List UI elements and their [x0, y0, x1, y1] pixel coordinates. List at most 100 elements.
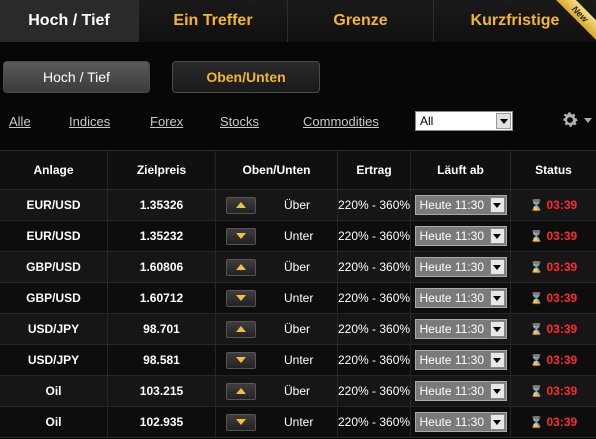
payout-cell: 220% - 360%: [338, 407, 411, 437]
settings-caret-icon[interactable]: [584, 118, 592, 123]
put-button[interactable]: [226, 413, 256, 431]
expiry-select-value: Heute 11:30: [419, 260, 485, 274]
expiry-cell: Heute 11:30: [411, 283, 511, 313]
chevron-down-icon: [489, 414, 505, 430]
call-button[interactable]: [226, 196, 256, 214]
target-price-cell: 98.701: [108, 314, 216, 344]
direction-cell: Unter: [216, 407, 338, 437]
expiry-cell: Heute 11:30: [411, 314, 511, 344]
filter-alle-link[interactable]: Alle: [9, 114, 31, 129]
hourglass-icon: ⌛: [529, 385, 544, 398]
table-row: EUR/USD 1.35232 Unter 220% - 360% Heute 11:3…: [0, 221, 596, 252]
target-price-cell: 1.35326: [108, 190, 216, 220]
call-button[interactable]: [226, 320, 256, 338]
direction-label: Über: [284, 198, 311, 212]
status-cell: ⌛ 03:39: [511, 221, 596, 251]
arrow-down-icon: [236, 233, 246, 239]
expiry-select[interactable]: Heute 11:30: [414, 195, 507, 215]
expiry-select[interactable]: Heute 11:30: [414, 226, 507, 246]
arrow-down-icon: [236, 419, 246, 425]
payout-cell: 220% - 360%: [338, 376, 411, 406]
asset-select-value: All: [420, 114, 434, 128]
tab-hoch-tief[interactable]: Hoch / Tief: [0, 0, 139, 42]
tab-label: Ein Treffer: [173, 12, 253, 29]
direction-label: Über: [284, 322, 311, 336]
direction-cell: Über: [216, 376, 338, 406]
expiry-select[interactable]: Heute 11:30: [414, 257, 507, 277]
hourglass-icon: ⌛: [529, 416, 544, 429]
expiry-select-value: Heute 11:30: [419, 198, 485, 212]
target-price-cell: 103.215: [108, 376, 216, 406]
countdown-timer: 03:39: [546, 198, 578, 212]
direction-label: Über: [284, 260, 311, 274]
table-row: EUR/USD 1.35326 Über 220% - 360% Heute 11:30…: [0, 190, 596, 221]
arrow-down-icon: [236, 357, 246, 363]
tab-ein-treffer[interactable]: Ein Treffer: [139, 0, 288, 42]
expiry-select[interactable]: Heute 11:30: [414, 381, 507, 401]
arrow-up-icon: [236, 388, 246, 394]
hourglass-icon: ⌛: [529, 230, 544, 243]
expiry-select-value: Heute 11:30: [419, 291, 485, 305]
asset-cell: GBP/USD: [0, 252, 108, 282]
expiry-cell: Heute 11:30: [411, 252, 511, 282]
table-row: USD/JPY 98.701 Über 220% - 360% Heute 11:30 ⌛…: [0, 314, 596, 345]
countdown-timer: 03:39: [546, 353, 578, 367]
filter-forex-link[interactable]: Forex: [150, 114, 183, 129]
put-button[interactable]: [226, 351, 256, 369]
chevron-down-icon: [489, 197, 505, 213]
call-button[interactable]: [226, 382, 256, 400]
arrow-up-icon: [236, 326, 246, 332]
tab-label: Hoch / Tief: [28, 12, 110, 29]
expiry-select[interactable]: Heute 11:30: [414, 350, 507, 370]
column-header-anlage: Anlage: [0, 151, 108, 189]
main-tabs: Hoch / Tief Ein Treffer Grenze Kurzfrist…: [0, 0, 596, 42]
subtab-oben-unten-button[interactable]: Oben/Unten: [172, 61, 320, 93]
call-button[interactable]: [226, 258, 256, 276]
filter-indices-link[interactable]: Indices: [69, 114, 110, 129]
asset-cell: Oil: [0, 407, 108, 437]
payout-cell: 220% - 360%: [338, 221, 411, 251]
expiry-select[interactable]: Heute 11:30: [414, 288, 507, 308]
table-row: GBP/USD 1.60712 Unter 220% - 360% Heute 11:3…: [0, 283, 596, 314]
payout-cell: 220% - 360%: [338, 190, 411, 220]
expiry-cell: Heute 11:30: [411, 221, 511, 251]
direction-cell: Unter: [216, 283, 338, 313]
asset-cell: EUR/USD: [0, 221, 108, 251]
status-cell: ⌛ 03:39: [511, 345, 596, 375]
table-row: USD/JPY 98.581 Unter 220% - 360% Heute 11:30…: [0, 345, 596, 376]
asset-cell: EUR/USD: [0, 190, 108, 220]
subtab-hoch-tief-button[interactable]: Hoch / Tief: [3, 61, 150, 93]
put-button[interactable]: [226, 227, 256, 245]
filter-commodities-link[interactable]: Commodities: [303, 114, 379, 129]
gear-icon[interactable]: [559, 110, 581, 130]
status-cell: ⌛ 03:39: [511, 407, 596, 437]
target-price-cell: 102.935: [108, 407, 216, 437]
arrow-down-icon: [236, 295, 246, 301]
hourglass-icon: ⌛: [529, 261, 544, 274]
direction-label: Unter: [284, 291, 314, 305]
table-row: Oil 102.935 Unter 220% - 360% Heute 11:30 ⌛ 03…: [0, 407, 596, 438]
target-price-cell: 1.60712: [108, 283, 216, 313]
table-body: EUR/USD 1.35326 Über 220% - 360% Heute 11:30…: [0, 190, 596, 438]
direction-cell: Unter: [216, 345, 338, 375]
payout-cell: 220% - 360%: [338, 314, 411, 344]
tab-kurzfristige[interactable]: Kurzfristige New: [434, 0, 596, 42]
hourglass-icon: ⌛: [529, 354, 544, 367]
filter-stocks-link[interactable]: Stocks: [220, 114, 259, 129]
asset-select[interactable]: All: [415, 111, 513, 131]
asset-cell: USD/JPY: [0, 345, 108, 375]
put-button[interactable]: [226, 289, 256, 307]
countdown-timer: 03:39: [546, 384, 578, 398]
chevron-down-icon: [489, 352, 505, 368]
status-cell: ⌛ 03:39: [511, 190, 596, 220]
target-price-cell: 1.60806: [108, 252, 216, 282]
chevron-down-icon: [496, 113, 511, 129]
expiry-select-value: Heute 11:30: [419, 229, 485, 243]
expiry-select[interactable]: Heute 11:30: [414, 412, 507, 432]
chevron-down-icon: [489, 383, 505, 399]
column-header-laeuft-ab: Läuft ab: [411, 151, 511, 189]
table-row: GBP/USD 1.60806 Über 220% - 360% Heute 11:30…: [0, 252, 596, 283]
tab-grenze[interactable]: Grenze: [288, 0, 434, 42]
arrow-up-icon: [236, 264, 246, 270]
expiry-select[interactable]: Heute 11:30: [414, 319, 507, 339]
